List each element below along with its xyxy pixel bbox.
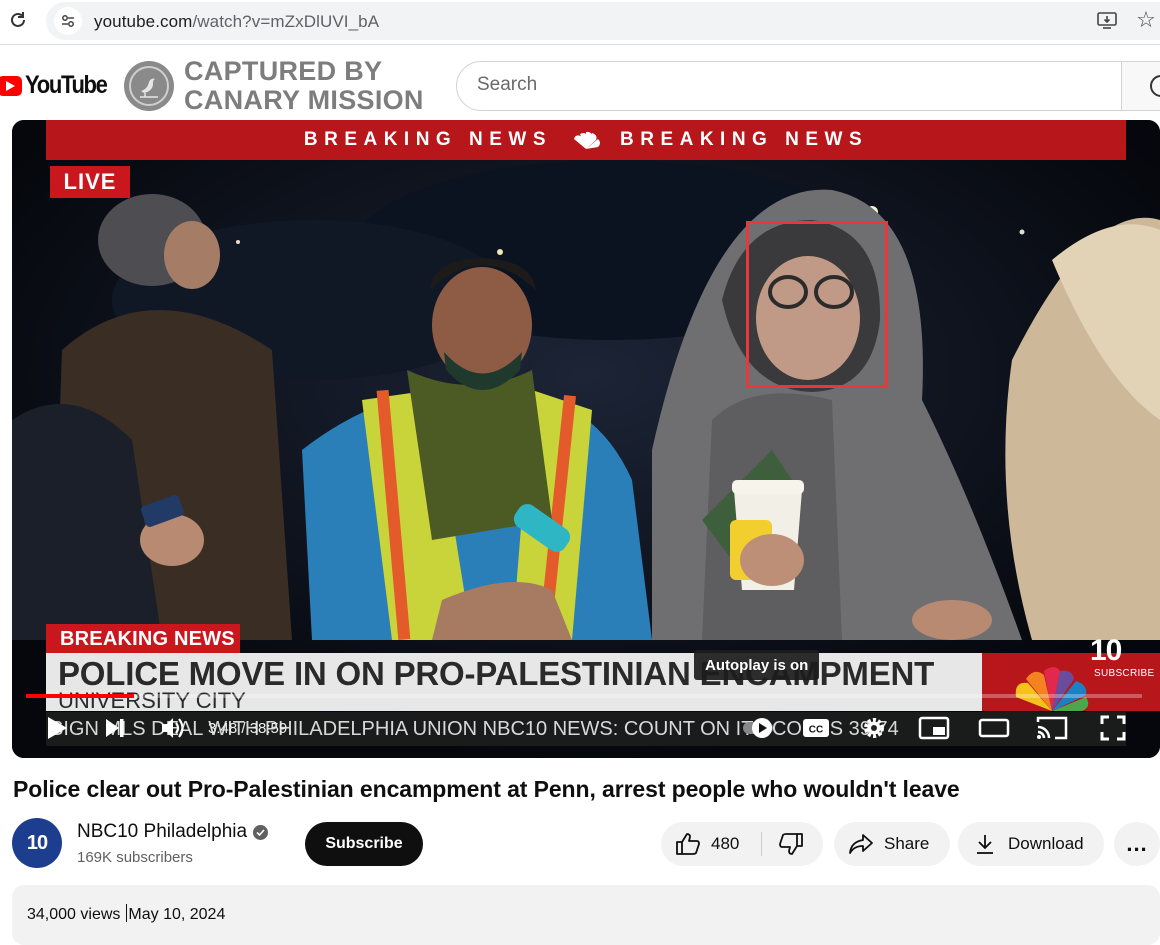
more-actions-icon: ... [1126,831,1148,856]
channel-bug-number: 10 [1090,634,1122,667]
url-text[interactable]: youtube.com/watch?v=mZxDlUVI_bA [94,12,379,32]
canary-bird-seal-icon [124,61,174,111]
face-highlight-box [746,221,888,388]
progress-played [26,694,135,698]
like-dislike-group: 480 [661,822,823,866]
autoplay-toggle[interactable] [742,712,782,744]
breaking-news-banner: BREAKING NEWS BREAKING NEWS [46,120,1126,160]
nbc-corner-panel [982,653,1160,711]
nbc-peacock-logo-icon [1015,667,1089,711]
reload-icon[interactable] [6,8,30,32]
subscriber-count: 169K subscribers [77,849,193,866]
url-domain: youtube.com [94,12,193,31]
search-button[interactable] [1121,61,1160,111]
youtube-wordmark: YouTube [25,71,108,99]
channel-name-link[interactable]: NBC10 Philadelphia [77,821,269,843]
play-button[interactable] [42,712,72,744]
mute-button[interactable] [158,712,188,744]
autoplay-toggle-icon [743,718,773,738]
theater-mode-button[interactable] [976,712,1012,744]
svg-text:CC: CC [809,725,823,736]
next-button[interactable] [100,712,130,744]
dislike-button[interactable] [762,822,823,866]
bookmark-star-icon[interactable]: ☆ [1134,7,1158,32]
site-info-icon[interactable] [54,7,82,35]
fullscreen-button[interactable] [1096,712,1130,744]
channel-avatar-text: 10 [26,831,48,854]
description-meta: 34,000 views May 10, 2024 [27,904,225,924]
download-icon [977,835,993,854]
autoplay-tooltip: Autoplay is on [694,650,820,680]
cast-button[interactable] [1034,712,1070,744]
miniplayer-button[interactable] [916,712,952,744]
cast-icon [1036,716,1068,740]
view-count: 34,000 views [27,906,121,923]
upload-date: May 10, 2024 [128,906,226,923]
channel-name: NBC10 Philadelphia [77,821,248,842]
download-button[interactable]: Download [958,822,1104,866]
next-icon [106,719,124,737]
channel-avatar[interactable]: 10 [12,818,62,868]
subscribe-button[interactable]: Subscribe [305,822,423,866]
settings-icon [864,718,884,738]
lower-third: POLICE MOVE IN ON PRO-PALESTINIAN ENCAMP… [46,653,984,713]
canary-mission-watermark: CAPTURED BY CANARY MISSION [124,57,424,115]
captions-icon: CC [803,719,829,737]
verified-check-icon [253,824,269,840]
share-arrow-icon [849,834,873,854]
player-controls: 3:48 / 38:59 CC [12,706,1160,754]
omnibox[interactable]: youtube.com/watch?v=mZxDlUVI_bA ☆ [46,2,1160,40]
thumbs-up-icon [676,833,700,855]
channel-bug-subscribe: SUBSCRIBE [1094,668,1155,679]
nbc-peacock-icon [574,131,600,149]
live-badge: LIVE [50,166,130,198]
browser-address-bar: youtube.com/watch?v=mZxDlUVI_bA ☆ [0,0,1160,44]
banner-text-right: BREAKING NEWS [620,129,869,150]
search-input[interactable] [477,74,1077,96]
like-count: 480 [711,834,740,853]
play-icon [48,717,67,739]
theater-icon [978,718,1010,738]
watermark-line-2: CANARY MISSION [184,85,424,115]
url-path: /watch?v=mZxDlUVI_bA [192,12,380,31]
description-box[interactable]: 34,000 views May 10, 2024 [12,885,1160,945]
youtube-play-logo-icon [0,75,22,96]
progress-bar[interactable] [26,694,1142,698]
fullscreen-icon [1100,715,1126,741]
banner-text-left: BREAKING NEWS [303,129,552,150]
youtube-masthead: YouTube CAPTURED BY CANARY MISSION [0,44,1160,118]
watermark-text: CAPTURED BY CANARY MISSION [184,57,424,115]
share-label: Share [884,834,930,853]
miniplayer-icon [918,716,950,740]
more-actions-button[interactable]: ... [1114,822,1160,866]
youtube-logo[interactable]: YouTube [0,71,118,100]
settings-button[interactable] [858,712,890,744]
like-button[interactable]: 480 [661,822,761,866]
video-player[interactable]: BREAKING NEWS BREAKING NEWS LIVE BREAKIN… [12,120,1160,758]
watermark-line-1: CAPTURED BY [184,56,383,86]
time-display: 3:48 / 38:59 [208,720,288,737]
install-app-icon[interactable] [1096,10,1118,32]
video-title: Police clear out Pro-Palestinian encampm… [13,776,960,802]
lower-third-tag: BREAKING NEWS [46,624,240,654]
download-label: Download [1008,834,1084,853]
search-box [456,61,1122,111]
search-icon [1150,75,1160,97]
volume-icon [162,718,184,738]
thumbs-down-icon [779,833,803,855]
captions-button[interactable]: CC [800,712,832,744]
share-button[interactable]: Share [834,822,950,866]
